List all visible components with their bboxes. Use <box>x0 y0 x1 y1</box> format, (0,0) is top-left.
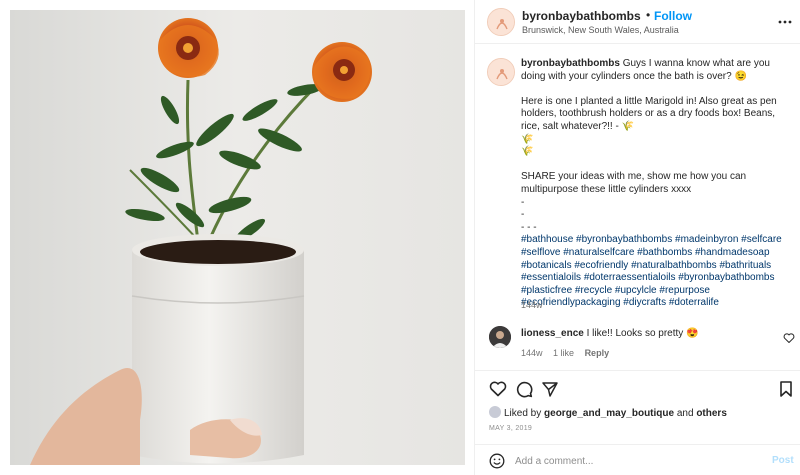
liked-by-others[interactable]: others <box>696 408 727 419</box>
caption-hashtags[interactable]: #bathhouse #byronbaybathbombs #madeinbyr… <box>521 234 785 308</box>
heart-icon[interactable] <box>783 332 795 344</box>
post-button[interactable]: Post <box>772 455 794 466</box>
liker-avatar[interactable] <box>489 406 501 418</box>
comment-meta: 144w 1 like Reply <box>521 348 617 358</box>
commenter-photo-icon <box>489 326 511 348</box>
comment-icon[interactable] <box>515 380 533 398</box>
brand-logo-icon <box>488 59 514 85</box>
heart-icon[interactable] <box>489 380 507 398</box>
comment-text: lioness_ence I like!! Looks so pretty 😍 <box>521 328 699 339</box>
photo-pane <box>0 0 474 475</box>
commenter-avatar[interactable] <box>489 326 511 348</box>
reply-button[interactable]: Reply <box>585 348 610 358</box>
separator-dot: • <box>646 8 651 22</box>
liked-by-user[interactable]: george_and_may_boutique <box>544 408 674 419</box>
caption-timestamp[interactable]: 144w <box>521 300 543 310</box>
post-side-panel: byronbaybathbombs • Follow Brunswick, Ne… <box>474 0 800 475</box>
comment-like-count[interactable]: 1 like <box>553 348 574 358</box>
comment-username[interactable]: lioness_ence <box>521 328 584 339</box>
post-date[interactable]: MAY 3, 2019 <box>489 425 532 432</box>
ellipsis-icon[interactable] <box>778 15 792 29</box>
follow-button[interactable]: Follow <box>654 9 692 23</box>
liked-by-prefix: Liked by <box>504 408 542 419</box>
liked-by-line: Liked by george_and_may_boutique and oth… <box>489 406 727 419</box>
caption-text: byronbaybathbombs Guys I wanna know what… <box>521 58 793 310</box>
liked-by-and: and <box>676 408 694 419</box>
caption-avatar[interactable] <box>487 58 515 86</box>
post-username[interactable]: byronbaybathbombs <box>522 9 641 23</box>
post-header: byronbaybathbombs • Follow Brunswick, Ne… <box>475 0 800 44</box>
comment-timestamp[interactable]: 144w <box>521 348 543 358</box>
paper-plane-icon[interactable] <box>541 380 559 398</box>
emoji-icon[interactable] <box>489 453 505 469</box>
comment-item: lioness_ence I like!! Looks so pretty 😍 … <box>475 320 800 364</box>
bookmark-icon[interactable] <box>777 380 795 398</box>
post-location[interactable]: Brunswick, New South Wales, Australia <box>522 25 679 35</box>
profile-avatar[interactable] <box>487 8 515 36</box>
add-comment-bar: Post <box>475 444 800 475</box>
marigold-plant-image <box>10 10 465 465</box>
caption-username[interactable]: byronbaybathbombs <box>521 58 620 69</box>
comment-input[interactable] <box>515 453 755 469</box>
brand-logo-icon <box>488 9 514 35</box>
comment-body: I like!! Looks so pretty 😍 <box>586 328 699 339</box>
post-photo[interactable] <box>10 10 465 465</box>
caption-body: Here is one I planted a little Marigold … <box>521 95 777 233</box>
